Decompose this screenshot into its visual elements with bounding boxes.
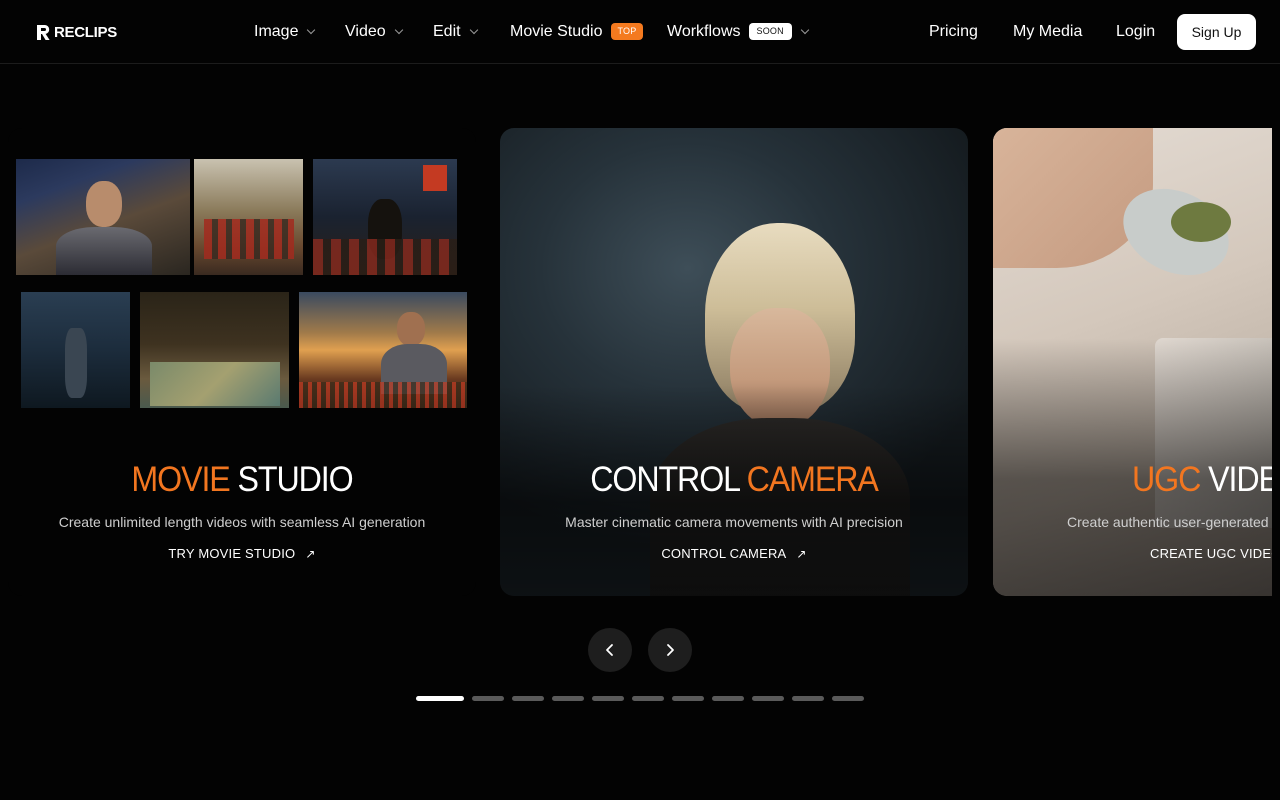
- chevron-down-icon: [469, 25, 478, 34]
- cta-label: CREATE UGC VIDEOS: [1150, 546, 1272, 561]
- nav-movie-studio-label: Movie Studio: [510, 22, 603, 40]
- carousel-dot-2[interactable]: [472, 696, 504, 701]
- carousel-dot-11[interactable]: [832, 696, 864, 701]
- carousel-dot-8[interactable]: [712, 696, 744, 701]
- reclips-logo-icon: [37, 24, 50, 40]
- collage-image-forest-knight: [21, 292, 130, 408]
- carousel-dot-4[interactable]: [552, 696, 584, 701]
- nav-workflows-label: Workflows: [667, 22, 741, 40]
- nav-edit[interactable]: Edit: [433, 0, 478, 63]
- chevron-right-icon: [667, 644, 674, 656]
- cta-label: CONTROL CAMERA: [661, 546, 787, 561]
- try-movie-studio-link[interactable]: TRY MOVIE STUDIO ↗: [8, 546, 476, 561]
- carousel-dot-3[interactable]: [512, 696, 544, 701]
- slide-title-rest: CONTROL: [590, 460, 740, 499]
- carousel-dot-10[interactable]: [792, 696, 824, 701]
- collage-image-war-table: [140, 292, 289, 408]
- carousel-dot-9[interactable]: [752, 696, 784, 701]
- soon-badge: SOON: [748, 23, 792, 40]
- nav-login[interactable]: Login: [1116, 0, 1155, 63]
- chevron-down-icon: [307, 25, 316, 34]
- slide-title: UGC VIDEOS: [1132, 460, 1272, 500]
- control-camera-link[interactable]: CONTROL CAMERA ↗: [500, 546, 968, 561]
- collage-image-knight-portrait: [16, 159, 190, 275]
- carousel-next-button[interactable]: [648, 628, 692, 672]
- nav-my-media[interactable]: My Media: [1013, 0, 1082, 63]
- arrow-up-right-icon: ↗: [796, 547, 807, 561]
- nav-login-label: Login: [1116, 22, 1156, 40]
- slide-control-camera[interactable]: CONTROL CAMERA Master cinematic camera m…: [500, 128, 968, 596]
- arrow-up-right-icon: ↗: [305, 547, 316, 561]
- cta-label: TRY MOVIE STUDIO: [168, 546, 296, 561]
- collage-image-sunset-warrior: [299, 292, 467, 408]
- carousel-dot-6[interactable]: [632, 696, 664, 701]
- nav-video[interactable]: Video: [345, 0, 403, 63]
- carousel-prev-button[interactable]: [588, 628, 632, 672]
- top-badge: TOP: [610, 23, 644, 40]
- nav-pricing[interactable]: Pricing: [929, 0, 978, 63]
- slide-title-rest: STUDIO: [237, 460, 354, 499]
- slide-description: Create authentic user-generated style vi…: [1067, 514, 1272, 530]
- nav-movie-studio[interactable]: Movie Studio TOP: [510, 0, 644, 63]
- nav-my-media-label: My Media: [1013, 22, 1083, 40]
- carousel-dot-5[interactable]: [592, 696, 624, 701]
- slide-title-accent: UGC: [1132, 460, 1201, 499]
- slide-movie-studio[interactable]: MOVIE STUDIO Create unlimited length vid…: [8, 128, 476, 596]
- nav-image-label: Image: [254, 22, 299, 40]
- slide-title: MOVIE STUDIO: [27, 460, 458, 500]
- chevron-left-icon: [606, 644, 613, 656]
- slide-title-accent: MOVIE: [131, 460, 230, 499]
- carousel-dot-7[interactable]: [672, 696, 704, 701]
- slide-ugc-videos[interactable]: UGC VIDEOS Create authentic user-generat…: [993, 128, 1272, 596]
- nav-pricing-label: Pricing: [929, 22, 978, 40]
- nav-workflows[interactable]: Workflows SOON: [667, 0, 810, 63]
- chevron-down-icon: [394, 25, 403, 34]
- carousel-dot-1[interactable]: [416, 696, 464, 701]
- signup-button[interactable]: Sign Up: [1177, 14, 1256, 50]
- chevron-down-icon: [800, 25, 810, 34]
- brand-logo[interactable]: RECLIPS: [37, 22, 117, 42]
- slide-description: Master cinematic camera movements with A…: [565, 514, 903, 530]
- slide-title-accent: CAMERA: [746, 460, 879, 499]
- collage-image-army-march: [194, 159, 303, 275]
- top-navigation: RECLIPS Image Video Edit Movie Studio TO…: [0, 0, 1280, 64]
- slide-title-rest: VIDEOS: [1208, 460, 1272, 499]
- slide-description: Create unlimited length videos with seam…: [58, 514, 426, 530]
- collage-image-horse-banners: [313, 159, 457, 275]
- nav-edit-label: Edit: [433, 22, 461, 40]
- brand-name: RECLIPS: [54, 23, 117, 41]
- slide-title: CONTROL CAMERA: [519, 460, 950, 500]
- nav-video-label: Video: [345, 22, 386, 40]
- create-ugc-videos-link[interactable]: CREATE UGC VIDEOS↗: [1150, 546, 1272, 561]
- nav-image[interactable]: Image: [254, 0, 316, 63]
